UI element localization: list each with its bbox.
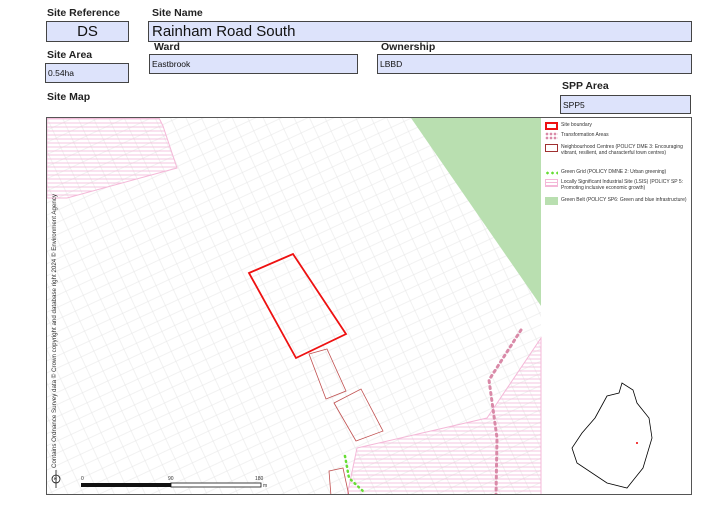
scale-tick: 90 xyxy=(168,476,174,482)
site-name-field: Rainham Road South xyxy=(148,21,692,42)
legend-label: Green Grid (POLICY DMNE 2: Urban greenin… xyxy=(561,169,667,175)
site-area-field: 0.54ha xyxy=(45,63,129,83)
ward-label: Ward xyxy=(154,41,180,53)
scale-bar xyxy=(81,482,262,488)
legend-item-neighbourhood-centres: Neighbourhood Centres (POLICY DME 3: Enc… xyxy=(545,144,691,156)
scale-tick: 180 xyxy=(255,476,264,482)
legend-item-site-boundary: Site boundary xyxy=(545,122,691,130)
site-reference-label: Site Reference xyxy=(47,7,120,19)
scale-tick: 0 xyxy=(81,476,84,482)
legend-item-lsis: Locally Significant Industrial Site (LSI… xyxy=(545,179,691,191)
ward-field: Eastbrook xyxy=(149,54,358,74)
spp-area-field: SPP5 xyxy=(560,95,691,114)
site-reference-field: DS xyxy=(46,21,129,42)
map-legend: Site boundary Transformation Areas Neigh… xyxy=(541,118,691,238)
map-credit: Contains Ordnance Survey data © Crown co… xyxy=(51,194,58,468)
site-name-label: Site Name xyxy=(152,7,203,19)
legend-item-green-grid: Green Grid (POLICY DMNE 2: Urban greenin… xyxy=(545,169,691,177)
legend-label: Locally Significant Industrial Site (LSI… xyxy=(561,179,684,191)
ownership-field: LBBD xyxy=(377,54,692,74)
legend-label: Transformation Areas xyxy=(561,132,609,138)
ownership-label: Ownership xyxy=(381,41,436,53)
legend-item-green-belt: Green Belt (POLICY SP6: Green and blue i… xyxy=(545,197,691,205)
legend-label: Neighbourhood Centres (POLICY DME 3: Enc… xyxy=(561,144,683,156)
site-map-label: Site Map xyxy=(47,91,91,103)
site-area-label: Site Area xyxy=(47,49,93,61)
scale-unit: m xyxy=(263,483,268,489)
spp-area-label: SPP Area xyxy=(562,80,609,92)
inset-locator-map xyxy=(571,382,653,489)
legend-label: Green Belt (POLICY SP6: Green and blue i… xyxy=(561,197,687,203)
legend-label: Site boundary xyxy=(561,122,592,128)
north-label: N xyxy=(54,476,57,481)
legend-item-transformation: Transformation Areas xyxy=(545,132,691,140)
site-map[interactable]: 0 90 180 m N Contains Ordnance Survey da… xyxy=(46,117,692,495)
